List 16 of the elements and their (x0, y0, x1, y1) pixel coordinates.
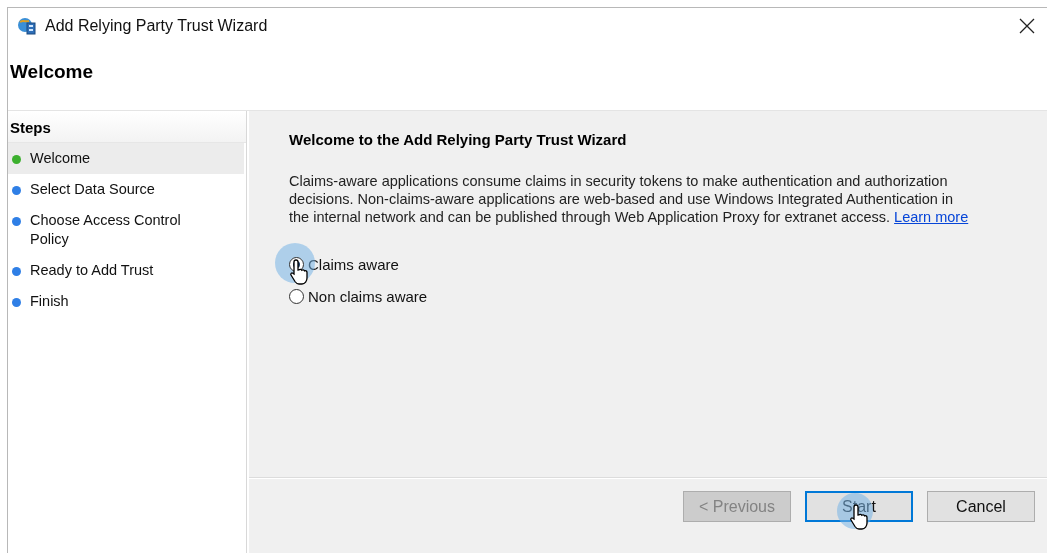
description-text: Claims-aware applications consume claims in security tokens to make authentication and authorization decisions. Non-claims-aware applications are web-based and use Windows Integrated Authentication in the internal network and can be published through Web Application Proxy for extranet access. Learn more (289, 172, 969, 226)
step-label: Choose Access Control Policy (30, 211, 182, 249)
step-label: Welcome (30, 149, 91, 168)
page-title: Welcome (10, 61, 94, 83)
step-label: Ready to Add Trust (30, 261, 154, 280)
radio-label: Non claims aware (308, 288, 428, 305)
radio-button[interactable] (289, 289, 304, 304)
wizard-button[interactable]: Cancel (927, 491, 1035, 522)
step-label: Finish (30, 292, 69, 311)
window-title: Add Relying Party Trust Wizard (45, 17, 269, 35)
content-heading: Welcome to the Add Relying Party Trust Wizard (289, 131, 628, 148)
learn-more-link[interactable]: Learn more (894, 209, 969, 225)
step-label: Select Data Source (30, 180, 155, 199)
radio-label: Claims aware (308, 256, 399, 273)
wizard-app-icon (17, 16, 37, 36)
close-icon (1019, 18, 1035, 34)
